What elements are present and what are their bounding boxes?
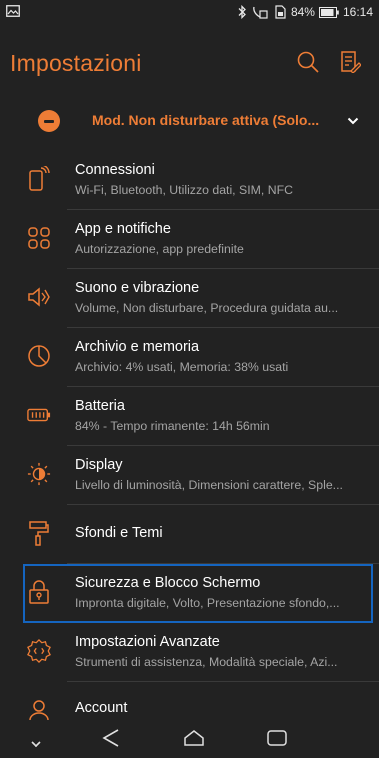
- page-title: Impostazioni: [10, 50, 142, 76]
- apps-grid-icon: [27, 225, 51, 251]
- do-not-disturb-icon: [38, 110, 60, 132]
- battery-status-icon: [318, 6, 339, 18]
- edit-list-icon: [341, 50, 362, 78]
- search-icon: [296, 50, 320, 79]
- dnd-label: Mod. Non disturbare attiva (Solo...: [92, 112, 320, 128]
- dnd-banner[interactable]: Mod. Non disturbare attiva (Solo...: [0, 100, 379, 144]
- chevron-down-icon[interactable]: [346, 114, 360, 133]
- status-time: 16:14: [342, 5, 373, 19]
- settings-item-display[interactable]: Display Livello di luminosità, Dimension…: [0, 446, 379, 505]
- hide-nav-button[interactable]: [30, 736, 42, 754]
- item-title: Suono e vibrazione: [75, 280, 200, 296]
- app-header: Impostazioni: [0, 40, 379, 92]
- settings-item-connessioni[interactable]: Connessioni Wi-Fi, Bluetooth, Utilizzo d…: [0, 151, 379, 210]
- navigation-bar: [0, 724, 379, 758]
- settings-item-avanzate[interactable]: Impostazioni Avanzate Strumenti di assis…: [0, 623, 379, 682]
- item-title: Sicurezza e Blocco Schermo: [75, 575, 261, 591]
- battery-icon: [27, 402, 51, 428]
- item-subtitle: Autorizzazione, app predefinite: [75, 242, 244, 256]
- home-icon: [183, 728, 205, 753]
- item-subtitle: Wi-Fi, Bluetooth, Utilizzo dati, SIM, NF…: [75, 183, 293, 197]
- settings-list: Connessioni Wi-Fi, Bluetooth, Utilizzo d…: [0, 151, 379, 741]
- settings-item-app-notifiche[interactable]: App e notifiche Autorizzazione, app pred…: [0, 210, 379, 269]
- recents-button[interactable]: [266, 728, 288, 753]
- paint-roller-icon: [27, 520, 51, 546]
- item-title: Display: [75, 457, 123, 473]
- brightness-icon: [27, 461, 51, 487]
- search-button[interactable]: [290, 46, 326, 82]
- account-icon: [27, 697, 51, 723]
- battery-percent: 84%: [290, 5, 315, 19]
- signal-icon: [251, 5, 269, 19]
- bluetooth-icon: [237, 5, 247, 19]
- settings-item-sicurezza[interactable]: Sicurezza e Blocco Schermo Impronta digi…: [23, 564, 373, 623]
- item-subtitle: Volume, Non disturbare, Procedura guidat…: [75, 301, 339, 315]
- chevron-down-small-icon: [30, 736, 42, 754]
- settings-item-archivio[interactable]: Archivio e memoria Archivio: 4% usati, M…: [0, 328, 379, 387]
- item-title: Impostazioni Avanzate: [75, 634, 220, 650]
- item-title: Account: [75, 700, 128, 716]
- storage-pie-icon: [27, 343, 51, 369]
- lock-icon: [27, 579, 51, 605]
- settings-item-batteria[interactable]: Batteria 84% - Tempo rimanente: 14h 56mi…: [0, 387, 379, 446]
- home-button[interactable]: [183, 728, 205, 753]
- item-subtitle: Archivio: 4% usati, Memoria: 38% usati: [75, 360, 289, 374]
- edit-settings-button[interactable]: [333, 46, 369, 82]
- item-subtitle: Impronta digitale, Volto, Presentazione …: [75, 596, 340, 610]
- speaker-icon: [27, 284, 51, 310]
- settings-item-sfondi-temi[interactable]: Sfondi e Temi: [0, 505, 379, 564]
- item-subtitle: 84% - Tempo rimanente: 14h 56min: [75, 419, 270, 433]
- item-subtitle: Strumenti di assistenza, Modalità specia…: [75, 655, 338, 669]
- image-notification-icon: [6, 4, 20, 20]
- item-title: Batteria: [75, 398, 125, 414]
- phone-signal-icon: [27, 166, 51, 192]
- item-subtitle: Livello di luminosità, Dimensioni caratt…: [75, 478, 343, 492]
- item-title: Connessioni: [75, 162, 155, 178]
- back-button[interactable]: [102, 728, 120, 753]
- settings-item-suono[interactable]: Suono e vibrazione Volume, Non disturbar…: [0, 269, 379, 328]
- item-title: App e notifiche: [75, 221, 171, 237]
- item-title: Sfondi e Temi: [75, 525, 163, 541]
- item-title: Archivio e memoria: [75, 339, 200, 355]
- advanced-gear-icon: [27, 638, 51, 664]
- status-bar: 84% 16:14: [0, 0, 379, 24]
- recents-icon: [266, 728, 288, 753]
- back-icon: [102, 728, 120, 753]
- sim-icon: [273, 5, 287, 19]
